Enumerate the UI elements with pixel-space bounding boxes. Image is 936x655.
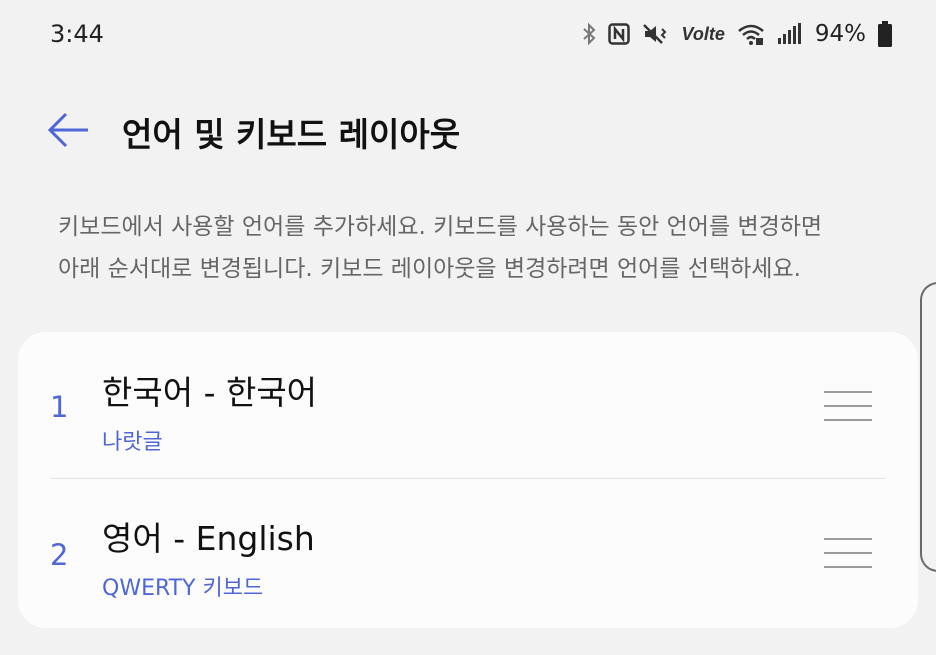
header: 언어 및 키보드 레이아웃: [0, 96, 936, 166]
row-divider: [50, 478, 886, 479]
battery-icon: [878, 21, 892, 47]
bluetooth-icon: [582, 22, 596, 46]
battery-percent: 94%: [814, 21, 866, 47]
status-time: 3:44: [50, 20, 104, 48]
volte-icon: Volte: [681, 23, 725, 44]
description-line-2: 아래 순서대로 변경됩니다. 키보드 레이아웃을 변경하려면 언어를 선택하세요…: [58, 256, 801, 282]
page-title: 언어 및 키보드 레이아웃: [122, 115, 461, 154]
keyboard-layout-label: QWERTY 키보드: [102, 576, 264, 601]
status-bar: 3:44 Volte 94%: [0, 0, 936, 68]
language-name: 영어 - English: [102, 519, 315, 558]
language-row-korean[interactable]: 1 한국어 - 한국어 나랏글: [18, 332, 918, 478]
language-list-card: 1 한국어 - 한국어 나랏글 2 영어 - English QWERTY 키보…: [18, 332, 918, 628]
description-line-1: 키보드에서 사용할 언어를 추가하세요. 키보드를 사용하는 동안 언어를 변경…: [58, 214, 823, 240]
description-text: 키보드에서 사용할 언어를 추가하세요. 키보드를 사용하는 동안 언어를 변경…: [58, 206, 888, 290]
keyboard-layout-label: 나랏글: [102, 430, 163, 455]
language-row-english[interactable]: 2 영어 - English QWERTY 키보드: [18, 480, 918, 626]
arrow-left-icon: [47, 112, 88, 148]
status-icons: Volte 94%: [582, 18, 892, 50]
signal-icon: [777, 23, 803, 45]
drag-handle-icon[interactable]: [824, 389, 874, 423]
vibrate-icon: [642, 22, 670, 46]
edge-panel-handle[interactable]: [920, 282, 936, 572]
wifi-icon: [737, 22, 765, 46]
nfc-icon: [607, 23, 630, 45]
language-name: 한국어 - 한국어: [102, 373, 318, 412]
language-order-number: 2: [50, 538, 69, 572]
back-button[interactable]: [44, 106, 92, 154]
language-order-number: 1: [50, 390, 69, 424]
drag-handle-icon[interactable]: [824, 536, 874, 570]
